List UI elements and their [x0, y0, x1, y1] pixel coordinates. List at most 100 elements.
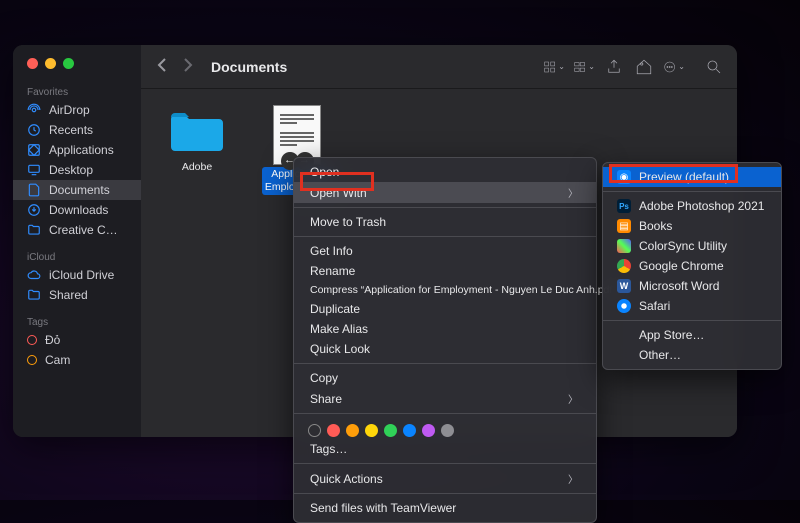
- submenu-safari[interactable]: Safari: [603, 296, 781, 316]
- chevron-right-icon: 〉: [550, 185, 578, 200]
- sidebar-section-icloud: iCloud: [13, 248, 141, 265]
- menu-compress[interactable]: Compress “Application for Employment - N…: [294, 281, 596, 299]
- sidebar-item-icloud-drive[interactable]: iCloud Drive: [13, 265, 141, 285]
- open-with-submenu: ◉ Preview (default) Ps Adobe Photoshop 2…: [602, 162, 782, 370]
- menu-move-to-trash[interactable]: Move to Trash: [294, 212, 596, 232]
- menu-separator: [294, 463, 596, 464]
- minimize-button[interactable]: [45, 58, 56, 69]
- airdrop-icon: [27, 103, 41, 117]
- applications-icon: [27, 143, 41, 157]
- sidebar-label: Shared: [49, 288, 88, 302]
- tag-gray[interactable]: [441, 424, 454, 437]
- download-icon: [27, 203, 41, 217]
- chevron-right-icon: 〉: [550, 471, 578, 486]
- shared-folder-icon: [27, 288, 41, 302]
- sidebar-item-applications[interactable]: Applications: [13, 140, 141, 160]
- file-item-folder[interactable]: Adobe: [161, 105, 233, 195]
- search-button[interactable]: [703, 58, 725, 76]
- document-icon: [27, 183, 41, 197]
- back-button[interactable]: [153, 58, 171, 75]
- menu-separator: [294, 493, 596, 494]
- pdf-icon: ←→: [273, 105, 321, 165]
- menu-quick-look[interactable]: Quick Look: [294, 339, 596, 359]
- tag-none[interactable]: [308, 424, 321, 437]
- context-menu: Open Open With〉 Move to Trash Get Info R…: [293, 157, 597, 523]
- menu-tags[interactable]: Tags…: [294, 439, 596, 459]
- submenu-colorsync[interactable]: ColorSync Utility: [603, 236, 781, 256]
- sidebar-tag-red[interactable]: Đỏ: [13, 330, 141, 350]
- tag-green[interactable]: [384, 424, 397, 437]
- maximize-button[interactable]: [63, 58, 74, 69]
- word-app-icon: W: [617, 279, 631, 293]
- cloud-icon: [27, 268, 41, 282]
- sidebar-item-desktop[interactable]: Desktop: [13, 160, 141, 180]
- safari-app-icon: [617, 299, 631, 313]
- photoshop-app-icon: Ps: [617, 199, 631, 213]
- sidebar: Favorites AirDrop Recents Applications D…: [13, 45, 141, 437]
- sidebar-tag-orange[interactable]: Cam: [13, 350, 141, 370]
- tag-red[interactable]: [327, 424, 340, 437]
- submenu-word[interactable]: W Microsoft Word: [603, 276, 781, 296]
- sidebar-label: Downloads: [49, 203, 108, 217]
- submenu-other[interactable]: Other…: [603, 345, 781, 365]
- sidebar-label: Đỏ: [45, 333, 60, 347]
- submenu-app-store[interactable]: App Store…: [603, 325, 781, 345]
- sidebar-item-creative-cloud[interactable]: Creative C…: [13, 220, 141, 240]
- menu-open-with[interactable]: Open With〉: [294, 182, 596, 203]
- folder-icon: [27, 223, 41, 237]
- menu-teamviewer[interactable]: Send files with TeamViewer: [294, 498, 596, 518]
- menu-rename[interactable]: Rename: [294, 261, 596, 281]
- folder-icon: [169, 109, 225, 153]
- window-title: Documents: [211, 59, 287, 75]
- submenu-books[interactable]: ▤ Books: [603, 216, 781, 236]
- menu-quick-actions[interactable]: Quick Actions〉: [294, 468, 596, 489]
- menu-get-info[interactable]: Get Info: [294, 241, 596, 261]
- sidebar-item-shared[interactable]: Shared: [13, 285, 141, 305]
- close-button[interactable]: [27, 58, 38, 69]
- tag-orange[interactable]: [346, 424, 359, 437]
- submenu-preview[interactable]: ◉ Preview (default): [603, 167, 781, 187]
- sidebar-label: Creative C…: [49, 223, 118, 237]
- window-controls: [13, 55, 141, 83]
- menu-copy[interactable]: Copy: [294, 368, 596, 388]
- forward-button[interactable]: [179, 58, 197, 75]
- sidebar-label: iCloud Drive: [49, 268, 114, 282]
- menu-separator: [294, 413, 596, 414]
- menu-open[interactable]: Open: [294, 162, 596, 182]
- sidebar-section-tags: Tags: [13, 313, 141, 330]
- tag-yellow[interactable]: [365, 424, 378, 437]
- sidebar-item-airdrop[interactable]: AirDrop: [13, 100, 141, 120]
- tag-dot-icon: [27, 335, 37, 345]
- group-button[interactable]: ⌄: [573, 58, 595, 76]
- tag-blue[interactable]: [403, 424, 416, 437]
- sidebar-item-documents[interactable]: Documents: [13, 180, 141, 200]
- menu-share[interactable]: Share〉: [294, 388, 596, 409]
- menu-separator: [294, 236, 596, 237]
- preview-app-icon: ◉: [617, 170, 631, 184]
- tag-dot-icon: [27, 355, 37, 365]
- desktop-icon: [27, 163, 41, 177]
- clock-icon: [27, 123, 41, 137]
- menu-separator: [294, 363, 596, 364]
- sidebar-item-recents[interactable]: Recents: [13, 120, 141, 140]
- menu-make-alias[interactable]: Make Alias: [294, 319, 596, 339]
- toolbar: Documents ⌄ ⌄ ⌄: [141, 45, 737, 89]
- tags-button[interactable]: [633, 58, 655, 76]
- sidebar-item-downloads[interactable]: Downloads: [13, 200, 141, 220]
- sidebar-label: AirDrop: [49, 103, 90, 117]
- menu-separator: [603, 320, 781, 321]
- share-button[interactable]: [603, 58, 625, 76]
- books-app-icon: ▤: [617, 219, 631, 233]
- menu-separator: [603, 191, 781, 192]
- sidebar-label: Desktop: [49, 163, 93, 177]
- colorsync-app-icon: [617, 239, 631, 253]
- view-icons-button[interactable]: ⌄: [543, 58, 565, 76]
- submenu-chrome[interactable]: Google Chrome: [603, 256, 781, 276]
- sidebar-label: Documents: [49, 183, 110, 197]
- menu-duplicate[interactable]: Duplicate: [294, 299, 596, 319]
- menu-separator: [294, 207, 596, 208]
- action-button[interactable]: ⌄: [663, 58, 685, 76]
- submenu-photoshop[interactable]: Ps Adobe Photoshop 2021: [603, 196, 781, 216]
- file-label: Adobe: [161, 161, 233, 174]
- tag-purple[interactable]: [422, 424, 435, 437]
